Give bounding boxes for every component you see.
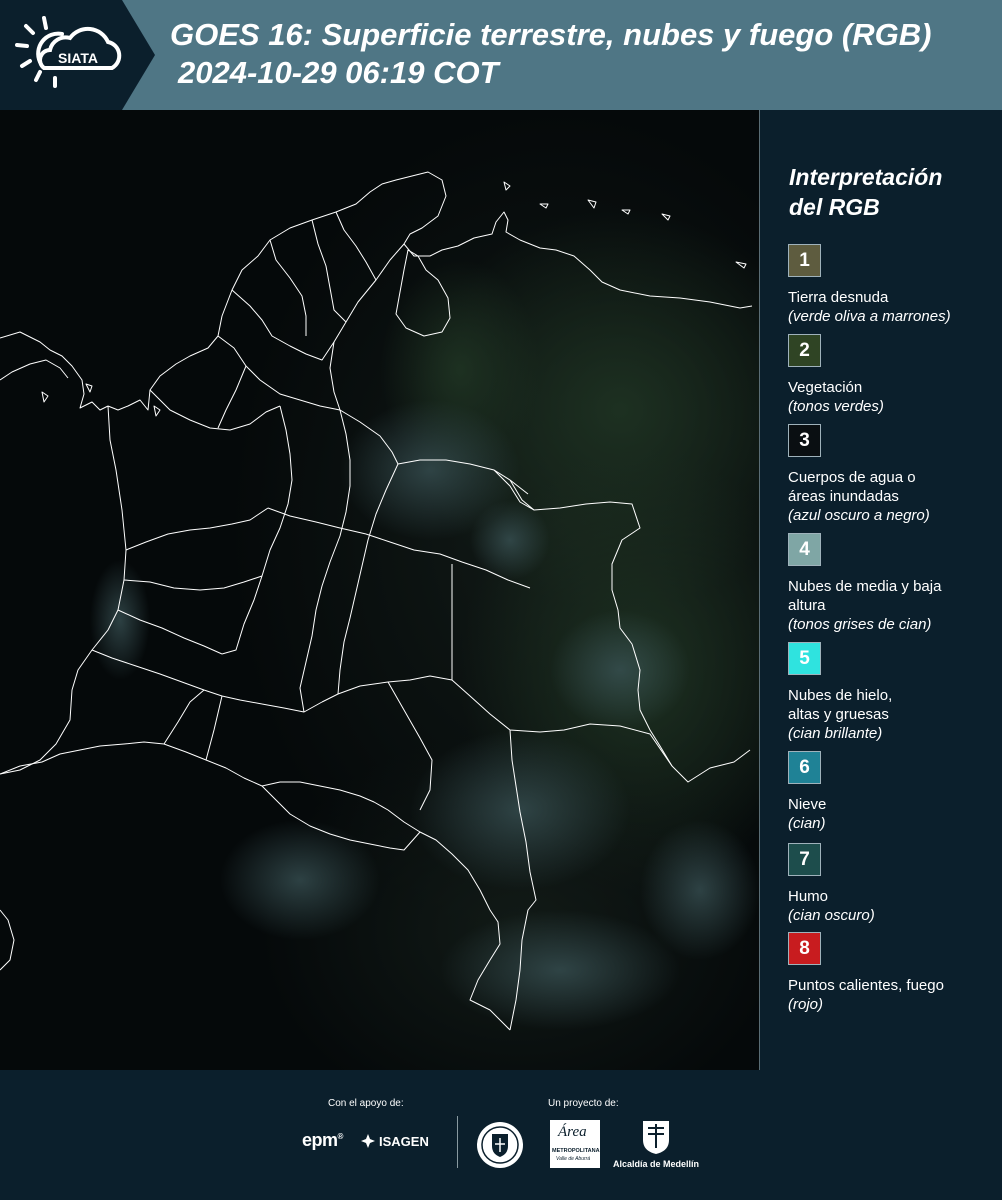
legend-label-text: Vegetación — [788, 379, 863, 396]
legend-item-water: 3 Cuerpos de agua o áreas inundadas (azu… — [788, 424, 998, 525]
legend-title-line-1: Interpretación — [789, 164, 943, 190]
legend-label-desc: (azul oscuro a negro) — [788, 507, 930, 524]
page-title: GOES 16: Superficie terrestre, nubes y f… — [170, 16, 1000, 92]
legend-item-snow: 6 Nieve (cian) — [788, 751, 998, 833]
legend-label: Nubes de media y baja altura (tonos gris… — [788, 577, 948, 634]
legend-title-line-2: del RGB — [789, 194, 880, 220]
footer-divider — [457, 1116, 458, 1168]
isagen-logo: ISAGEN — [360, 1133, 429, 1149]
legend-label-text: Tierra desnuda — [788, 289, 889, 306]
legend-label-text: Nieve — [788, 796, 827, 813]
area-metropolitana-logo: Área METROPOLITANA Valle de Aburrá — [550, 1120, 600, 1168]
alcaldia-logo-text: Alcaldía de Medellín — [613, 1159, 700, 1169]
legend-label: Tierra desnuda (verde oliva a marrones) — [788, 288, 998, 326]
area-logo-text: Área — [558, 1124, 587, 1140]
legend-label: Puntos calientes, fuego (rojo) — [788, 976, 998, 1014]
area-logo-subtext: METROPOLITANA — [552, 1148, 600, 1154]
legend-label-text: Humo — [788, 888, 829, 905]
legend-label: Nieve (cian) — [788, 795, 998, 833]
satellite-image — [0, 110, 760, 1070]
legend-item-fire: 8 Puntos calientes, fuego (rojo) — [788, 932, 998, 1014]
legend-label-desc: (verde oliva a marrones) — [788, 308, 951, 325]
epm-logo-text: epm — [302, 1130, 338, 1150]
legend-item-bare-soil: 1 Tierra desnuda (verde oliva a marrones… — [788, 244, 998, 326]
isagen-mark-icon — [361, 1134, 375, 1148]
legend-label-text: Nubes de hielo, altas y gruesas — [788, 687, 893, 723]
legend-label-desc: (tonos grises de cian) — [788, 616, 932, 633]
header: SIATA GOES 16: Superficie terrestre, nub… — [0, 0, 1002, 110]
legend-label-desc: (rojo) — [788, 996, 824, 1013]
legend-swatch: 3 — [788, 424, 821, 457]
legend-swatch: 4 — [788, 533, 821, 566]
siata-logo: SIATA — [0, 0, 155, 110]
legend-item-ice-clouds: 5 Nubes de hielo, altas y gruesas (cian … — [788, 642, 998, 743]
footer: Con el apoyo de: Un proyecto de: epm® IS… — [0, 1070, 1002, 1200]
legend-panel: Interpretación del RGB 1 Tierra desnuda … — [760, 110, 1002, 1070]
support-label: Con el apoyo de: — [328, 1098, 404, 1109]
legend-title: Interpretación del RGB — [789, 162, 994, 222]
legend-swatch: 7 — [788, 843, 821, 876]
legend-swatch: 1 — [788, 244, 821, 277]
legend-label-desc: (cian) — [788, 815, 826, 832]
seal-logo-icon — [477, 1122, 523, 1168]
legend-label: Vegetación (tonos verdes) — [788, 378, 998, 416]
legend-label-desc: (cian brillante) — [788, 725, 883, 742]
title-line-1: GOES 16: Superficie terrestre, nubes y f… — [170, 17, 932, 52]
alcaldia-shield-icon — [643, 1121, 669, 1154]
project-label: Un proyecto de: — [548, 1098, 619, 1109]
legend-item-low-clouds: 4 Nubes de media y baja altura (tonos gr… — [788, 533, 998, 634]
title-line-2: 2024-10-29 06:19 COT — [178, 55, 499, 90]
legend-label-text: Puntos calientes, fuego — [788, 977, 944, 994]
legend-swatch: 8 — [788, 932, 821, 965]
isagen-logo-text: ISAGEN — [379, 1133, 429, 1149]
satellite-map — [0, 110, 760, 1070]
legend-label-desc: (cian oscuro) — [788, 907, 875, 924]
legend-label-text: Cuerpos de agua o áreas inundadas — [788, 469, 916, 505]
legend-label: Humo (cian oscuro) — [788, 887, 998, 925]
sun-cloud-icon: SIATA — [15, 16, 122, 88]
legend-item-smoke: 7 Humo (cian oscuro) — [788, 843, 998, 925]
area-logo-region: Valle de Aburrá — [556, 1156, 591, 1162]
legend-swatch: 2 — [788, 334, 821, 367]
legend-swatch: 6 — [788, 751, 821, 784]
legend-swatch: 5 — [788, 642, 821, 675]
legend-label: Cuerpos de agua o áreas inundadas (azul … — [788, 468, 948, 525]
legend-label: Nubes de hielo, altas y gruesas (cian br… — [788, 686, 928, 743]
epm-logo: epm® — [302, 1130, 343, 1150]
legend-label-text: Nubes de media y baja altura — [788, 578, 942, 614]
logo-text: SIATA — [58, 50, 98, 66]
legend-label-desc: (tonos verdes) — [788, 398, 884, 415]
legend-item-vegetation: 2 Vegetación (tonos verdes) — [788, 334, 998, 416]
